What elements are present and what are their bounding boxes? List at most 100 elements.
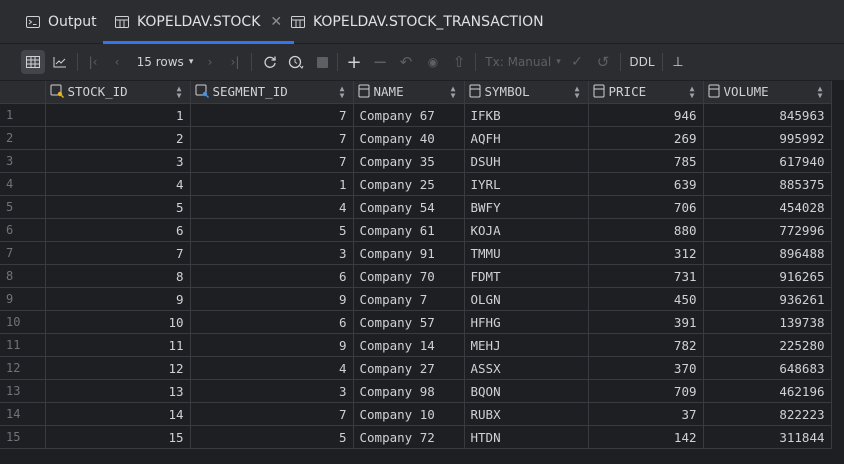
volume-cell[interactable]: 225280: [703, 333, 832, 357]
name-cell[interactable]: Company 35: [353, 149, 465, 173]
segment-id-cell[interactable]: 9: [190, 333, 354, 357]
stock-id-cell[interactable]: 11: [45, 333, 191, 357]
delete-row-icon[interactable]: −: [370, 50, 390, 74]
table-row[interactable]: 10 10 6 Company 57 HFHG 391 139738: [0, 310, 832, 334]
stock-id-cell[interactable]: 14: [45, 402, 191, 426]
history-icon[interactable]: [285, 50, 307, 74]
symbol-cell[interactable]: KOJA: [464, 218, 589, 242]
price-cell[interactable]: 709: [588, 379, 704, 403]
column-header-name[interactable]: NAME ▲ ▼: [353, 81, 465, 104]
sort-icon[interactable]: ▲ ▼: [177, 85, 182, 100]
stock-id-cell[interactable]: 4: [45, 172, 191, 196]
table-row[interactable]: 4 4 1 Company 25 IYRL 639 885375: [0, 172, 832, 196]
table-row[interactable]: 7 7 3 Company 91 TMMU 312 896488: [0, 241, 832, 265]
sort-icon[interactable]: ▲ ▼: [690, 85, 695, 100]
name-cell[interactable]: Company 72: [353, 425, 465, 449]
symbol-cell[interactable]: HFHG: [464, 310, 589, 334]
segment-id-cell[interactable]: 5: [190, 425, 354, 449]
refresh-icon[interactable]: [259, 50, 281, 74]
volume-cell[interactable]: 139738: [703, 310, 832, 334]
tab-kopeldav-stock-transaction[interactable]: KOPELDAV.STOCK_TRANSACTION: [291, 0, 544, 44]
volume-cell[interactable]: 462196: [703, 379, 832, 403]
column-header-segment-id[interactable]: SEGMENT_ID ▲ ▼: [190, 81, 354, 104]
volume-cell[interactable]: 311844: [703, 425, 832, 449]
volume-cell[interactable]: 936261: [703, 287, 832, 311]
symbol-cell[interactable]: DSUH: [464, 149, 589, 173]
segment-id-cell[interactable]: 1: [190, 172, 354, 196]
add-row-icon[interactable]: +: [344, 50, 364, 74]
symbol-cell[interactable]: ASSX: [464, 356, 589, 380]
segment-id-cell[interactable]: 6: [190, 310, 354, 334]
table-row[interactable]: 13 13 3 Company 98 BQON 709 462196: [0, 379, 832, 403]
table-row[interactable]: 5 5 4 Company 54 BWFY 706 454028: [0, 195, 832, 219]
name-cell[interactable]: Company 70: [353, 264, 465, 288]
name-cell[interactable]: Company 61: [353, 218, 465, 242]
price-cell[interactable]: 450: [588, 287, 704, 311]
volume-cell[interactable]: 916265: [703, 264, 832, 288]
stock-id-cell[interactable]: 1: [45, 103, 191, 127]
submit-icon[interactable]: ⇧: [449, 50, 469, 74]
tab-output[interactable]: Output: [26, 0, 97, 44]
rollback-icon[interactable]: ↺: [593, 50, 613, 74]
segment-id-cell[interactable]: 4: [190, 356, 354, 380]
segment-id-cell[interactable]: 6: [190, 264, 354, 288]
symbol-cell[interactable]: BQON: [464, 379, 589, 403]
price-cell[interactable]: 880: [588, 218, 704, 242]
stock-id-cell[interactable]: 10: [45, 310, 191, 334]
stock-id-cell[interactable]: 3: [45, 149, 191, 173]
transaction-mode-dropdown[interactable]: Tx: Manual ▾: [484, 50, 562, 74]
sort-icon[interactable]: ▲ ▼: [340, 85, 345, 100]
sort-icon[interactable]: ▲ ▼: [451, 85, 456, 100]
price-cell[interactable]: 391: [588, 310, 704, 334]
volume-cell[interactable]: 454028: [703, 195, 832, 219]
name-cell[interactable]: Company 7: [353, 287, 465, 311]
name-cell[interactable]: Company 14: [353, 333, 465, 357]
volume-cell[interactable]: 896488: [703, 241, 832, 265]
table-row[interactable]: 2 2 7 Company 40 AQFH 269 995992: [0, 126, 832, 150]
first-page-icon[interactable]: |‹: [84, 50, 102, 74]
name-cell[interactable]: Company 91: [353, 241, 465, 265]
symbol-cell[interactable]: HTDN: [464, 425, 589, 449]
symbol-cell[interactable]: IFKB: [464, 103, 589, 127]
sort-icon[interactable]: ▲ ▼: [575, 85, 580, 100]
price-cell[interactable]: 946: [588, 103, 704, 127]
volume-cell[interactable]: 885375: [703, 172, 832, 196]
column-header-symbol[interactable]: SYMBOL ▲ ▼: [464, 81, 589, 104]
symbol-cell[interactable]: BWFY: [464, 195, 589, 219]
segment-id-cell[interactable]: 7: [190, 149, 354, 173]
stock-id-cell[interactable]: 5: [45, 195, 191, 219]
name-cell[interactable]: Company 54: [353, 195, 465, 219]
segment-id-cell[interactable]: 5: [190, 218, 354, 242]
table-row[interactable]: 8 8 6 Company 70 FDMT 731 916265: [0, 264, 832, 288]
symbol-cell[interactable]: RUBX: [464, 402, 589, 426]
segment-id-cell[interactable]: 7: [190, 126, 354, 150]
stock-id-cell[interactable]: 9: [45, 287, 191, 311]
table-view-icon[interactable]: [21, 50, 45, 74]
name-cell[interactable]: Company 40: [353, 126, 465, 150]
symbol-cell[interactable]: TMMU: [464, 241, 589, 265]
segment-id-cell[interactable]: 7: [190, 402, 354, 426]
tab-kopeldav-stock[interactable]: KOPELDAV.STOCK ✕: [103, 0, 295, 44]
price-cell[interactable]: 706: [588, 195, 704, 219]
name-cell[interactable]: Company 67: [353, 103, 465, 127]
table-row[interactable]: 15 15 5 Company 72 HTDN 142 311844: [0, 425, 832, 449]
name-cell[interactable]: Company 25: [353, 172, 465, 196]
volume-cell[interactable]: 845963: [703, 103, 832, 127]
symbol-cell[interactable]: MEHJ: [464, 333, 589, 357]
table-row[interactable]: 6 6 5 Company 61 KOJA 880 772996: [0, 218, 832, 242]
symbol-cell[interactable]: AQFH: [464, 126, 589, 150]
sort-icon[interactable]: ▲ ▼: [818, 85, 823, 100]
price-cell[interactable]: 37: [588, 402, 704, 426]
revert-icon[interactable]: ↶: [396, 50, 416, 74]
column-header-volume[interactable]: VOLUME ▲ ▼: [703, 81, 832, 104]
table-row[interactable]: 1 1 7 Company 67 IFKB 946 845963: [0, 103, 832, 127]
name-cell[interactable]: Company 57: [353, 310, 465, 334]
table-row[interactable]: 12 12 4 Company 27 ASSX 370 648683: [0, 356, 832, 380]
horizontal-scrollbar[interactable]: [0, 450, 844, 464]
stock-id-cell[interactable]: 13: [45, 379, 191, 403]
stock-id-cell[interactable]: 8: [45, 264, 191, 288]
volume-cell[interactable]: 822223: [703, 402, 832, 426]
table-row[interactable]: 3 3 7 Company 35 DSUH 785 617940: [0, 149, 832, 173]
stock-id-cell[interactable]: 15: [45, 425, 191, 449]
column-header-price[interactable]: PRICE ▲ ▼: [588, 81, 704, 104]
